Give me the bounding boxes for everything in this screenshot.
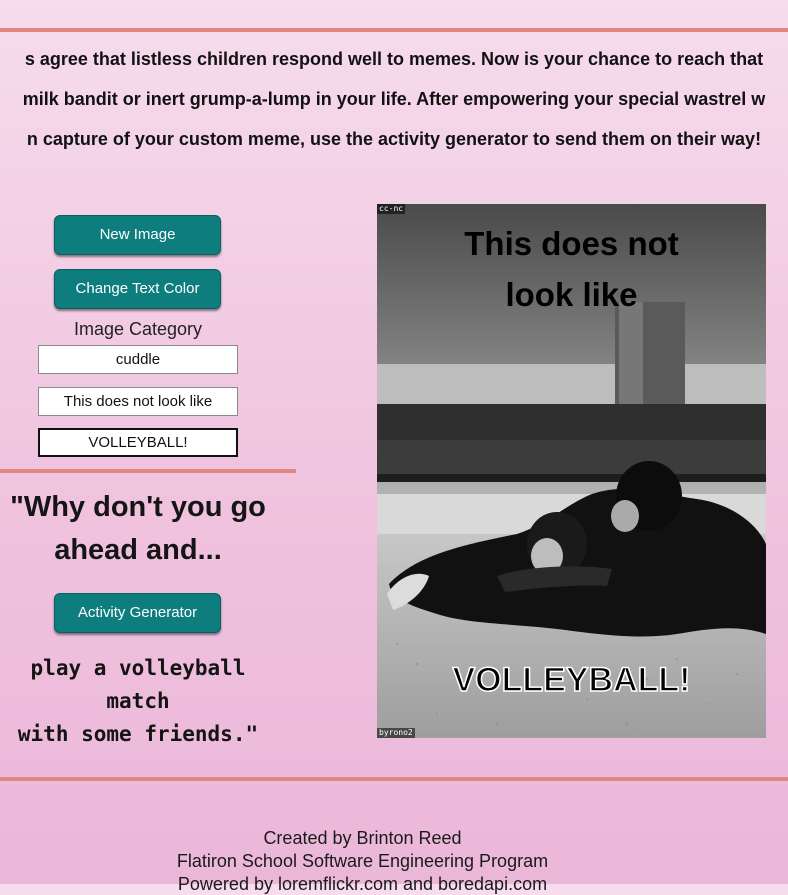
activity-quote-heading: "Why don't you go ahead and... <box>0 486 276 572</box>
quote-line-2: ahead and... <box>54 534 222 566</box>
footer-program: Flatiron School Software Engineering Pro… <box>176 851 549 871</box>
quote-line-1: "Why don't you go <box>10 491 266 523</box>
image-category-label: Image Category <box>73 319 203 339</box>
meme-top-text: This does not look like <box>377 218 766 320</box>
intro-line-3: n capture of your custom meme, use the a… <box>26 129 762 149</box>
bottom-divider <box>0 777 788 781</box>
activity-line-1: play a volleyball match <box>30 656 246 713</box>
intro-line-2: milk bandit or inert grump-a-lump in you… <box>22 89 766 109</box>
meme-preview: cc-nc byrono2 This does not look like VO… <box>377 204 766 738</box>
meme-bottom-text: VOLLEYBALL! <box>452 660 691 700</box>
activity-suggestion: play a volleyball match with some friend… <box>0 652 276 751</box>
intro-line-1: s agree that listless children respond w… <box>24 49 764 69</box>
license-tag: cc-nc <box>377 204 406 214</box>
new-image-button[interactable]: New Image <box>54 215 221 255</box>
top-text-input[interactable] <box>38 387 238 416</box>
meme-top-line-2: look like <box>505 276 638 313</box>
top-divider <box>0 28 788 32</box>
activity-generator-button[interactable]: Activity Generator <box>54 593 221 633</box>
author-tag: byrono2 <box>377 728 415 738</box>
footer-credit: Created by Brinton Reed <box>263 828 462 848</box>
change-text-color-button[interactable]: Change Text Color <box>54 269 221 309</box>
meme-top-line-1: This does not <box>464 225 679 262</box>
footer-powered-by: Powered by loremflickr.com and boredapi.… <box>177 874 548 894</box>
left-divider <box>0 469 296 473</box>
activity-line-2: with some friends." <box>17 722 259 746</box>
image-category-input[interactable] <box>38 345 238 374</box>
bottom-text-input[interactable] <box>38 428 238 457</box>
